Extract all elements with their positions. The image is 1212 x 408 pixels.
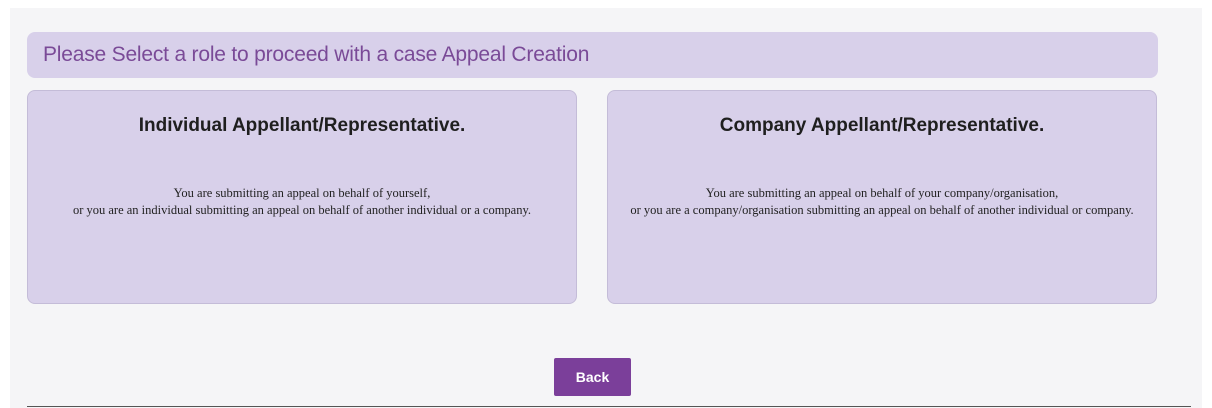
individual-appellant-card[interactable]: Individual Appellant/Representative. You… [27,90,577,304]
company-appellant-card[interactable]: Company Appellant/Representative. You ar… [607,90,1157,304]
individual-appellant-title: Individual Appellant/Representative. [138,115,466,136]
role-selection-header: Please Select a role to proceed with a c… [27,32,1158,78]
company-appellant-description: You are submitting an appeal on behalf o… [628,185,1136,219]
divider [27,406,1191,407]
individual-description-line-1: You are submitting an appeal on behalf o… [173,186,431,200]
company-description-line-1: You are submitting an appeal on behalf o… [705,186,1059,200]
company-appellant-title: Company Appellant/Representative. [719,115,1045,136]
back-button[interactable]: Back [554,358,631,396]
page-title: Please Select a role to proceed with a c… [43,43,590,66]
individual-description-line-2: or you are an individual submitting an a… [72,203,532,217]
company-description-line-2: or you are a company/organisation submit… [630,203,1134,217]
individual-appellant-description: You are submitting an appeal on behalf o… [48,185,556,219]
